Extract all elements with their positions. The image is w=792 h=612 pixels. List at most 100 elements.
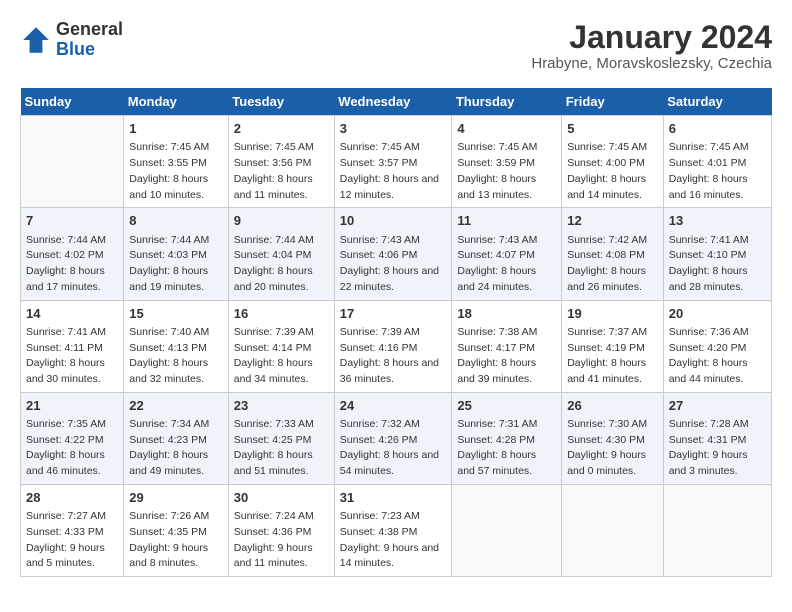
day-number: 12 — [567, 212, 658, 230]
week-row-4: 21Sunrise: 7:35 AMSunset: 4:22 PMDayligh… — [21, 392, 772, 484]
day-cell — [663, 484, 771, 576]
day-number: 27 — [669, 397, 766, 415]
day-number: 5 — [567, 120, 658, 138]
day-detail: Sunrise: 7:28 AMSunset: 4:31 PMDaylight:… — [669, 418, 749, 477]
days-header-row: SundayMondayTuesdayWednesdayThursdayFrid… — [21, 88, 772, 116]
day-number: 17 — [340, 305, 447, 323]
header-tuesday: Tuesday — [228, 88, 334, 116]
day-detail: Sunrise: 7:42 AMSunset: 4:08 PMDaylight:… — [567, 234, 647, 293]
day-cell: 4 Sunrise: 7:45 AMSunset: 3:59 PMDaylight… — [452, 116, 562, 208]
day-detail: Sunrise: 7:43 AMSunset: 4:06 PMDaylight:… — [340, 234, 439, 293]
day-cell — [21, 116, 124, 208]
day-detail: Sunrise: 7:35 AMSunset: 4:22 PMDaylight:… — [26, 418, 106, 477]
day-cell: 5 Sunrise: 7:45 AMSunset: 4:00 PMDaylight… — [562, 116, 664, 208]
week-row-5: 28 Sunrise: 7:27 AMSunset: 4:33 PMDayligh… — [21, 484, 772, 576]
header-wednesday: Wednesday — [334, 88, 452, 116]
day-number: 4 — [457, 120, 556, 138]
week-row-2: 7 Sunrise: 7:44 AMSunset: 4:02 PMDaylight… — [21, 208, 772, 300]
day-cell: 16 Sunrise: 7:39 AMSunset: 4:14 PMDayligh… — [228, 300, 334, 392]
day-detail: Sunrise: 7:38 AMSunset: 4:17 PMDaylight:… — [457, 326, 537, 385]
day-number: 9 — [234, 212, 329, 230]
day-detail: Sunrise: 7:40 AMSunset: 4:13 PMDaylight:… — [129, 326, 209, 385]
day-number: 2 — [234, 120, 329, 138]
day-detail: Sunrise: 7:39 AMSunset: 4:14 PMDaylight:… — [234, 326, 314, 385]
day-number: 19 — [567, 305, 658, 323]
day-detail: Sunrise: 7:36 AMSunset: 4:20 PMDaylight:… — [669, 326, 749, 385]
day-number: 6 — [669, 120, 766, 138]
logo-text-blue: Blue — [56, 40, 123, 60]
day-cell: 8 Sunrise: 7:44 AMSunset: 4:03 PMDaylight… — [124, 208, 229, 300]
day-cell: 9 Sunrise: 7:44 AMSunset: 4:04 PMDaylight… — [228, 208, 334, 300]
day-number: 14 — [26, 305, 118, 323]
logo: General Blue — [20, 20, 123, 60]
header-saturday: Saturday — [663, 88, 771, 116]
day-number: 18 — [457, 305, 556, 323]
day-cell: 17 Sunrise: 7:39 AMSunset: 4:16 PMDayligh… — [334, 300, 452, 392]
day-detail: Sunrise: 7:23 AMSunset: 4:38 PMDaylight:… — [340, 510, 439, 569]
day-cell: 19 Sunrise: 7:37 AMSunset: 4:19 PMDayligh… — [562, 300, 664, 392]
day-cell: 12 Sunrise: 7:42 AMSunset: 4:08 PMDayligh… — [562, 208, 664, 300]
day-cell: 10 Sunrise: 7:43 AMSunset: 4:06 PMDayligh… — [334, 208, 452, 300]
day-cell: 3Sunrise: 7:45 AMSunset: 3:57 PMDaylight… — [334, 116, 452, 208]
day-detail: Sunrise: 7:27 AMSunset: 4:33 PMDaylight:… — [26, 510, 106, 569]
day-cell: 24 Sunrise: 7:32 AMSunset: 4:26 PMDayligh… — [334, 392, 452, 484]
day-number: 22 — [129, 397, 223, 415]
day-detail: Sunrise: 7:44 AMSunset: 4:04 PMDaylight:… — [234, 234, 314, 293]
day-detail: Sunrise: 7:45 AMSunset: 3:55 PMDaylight:… — [129, 141, 209, 200]
day-detail: Sunrise: 7:32 AMSunset: 4:26 PMDaylight:… — [340, 418, 439, 477]
day-detail: Sunrise: 7:45 AMSunset: 3:56 PMDaylight:… — [234, 141, 314, 200]
day-number: 1 — [129, 120, 223, 138]
day-detail: Sunrise: 7:45 AMSunset: 3:59 PMDaylight:… — [457, 141, 537, 200]
day-cell: 1 Sunrise: 7:45 AMSunset: 3:55 PMDaylight… — [124, 116, 229, 208]
day-number: 30 — [234, 489, 329, 507]
header-thursday: Thursday — [452, 88, 562, 116]
day-cell: 31 Sunrise: 7:23 AMSunset: 4:38 PMDayligh… — [334, 484, 452, 576]
day-cell — [562, 484, 664, 576]
day-detail: Sunrise: 7:39 AMSunset: 4:16 PMDaylight:… — [340, 326, 439, 385]
day-detail: Sunrise: 7:26 AMSunset: 4:35 PMDaylight:… — [129, 510, 209, 569]
day-number: 7 — [26, 212, 118, 230]
logo-icon — [20, 24, 52, 56]
day-detail: Sunrise: 7:37 AMSunset: 4:19 PMDaylight:… — [567, 326, 647, 385]
day-number: 29 — [129, 489, 223, 507]
day-cell: 7 Sunrise: 7:44 AMSunset: 4:02 PMDaylight… — [21, 208, 124, 300]
header-friday: Friday — [562, 88, 664, 116]
day-cell: 28 Sunrise: 7:27 AMSunset: 4:33 PMDayligh… — [21, 484, 124, 576]
day-cell — [452, 484, 562, 576]
logo-text-general: General — [56, 20, 123, 40]
page-header: General Blue January 2024 Hrabyne, Morav… — [20, 20, 772, 72]
calendar-title: January 2024 — [531, 20, 772, 55]
day-detail: Sunrise: 7:44 AMSunset: 4:02 PMDaylight:… — [26, 234, 106, 293]
day-cell: 27 Sunrise: 7:28 AMSunset: 4:31 PMDayligh… — [663, 392, 771, 484]
day-detail: Sunrise: 7:43 AMSunset: 4:07 PMDaylight:… — [457, 234, 537, 293]
day-detail: Sunrise: 7:45 AMSunset: 4:01 PMDaylight:… — [669, 141, 749, 200]
day-detail: Sunrise: 7:34 AMSunset: 4:23 PMDaylight:… — [129, 418, 209, 477]
day-detail: Sunrise: 7:30 AMSunset: 4:30 PMDaylight:… — [567, 418, 647, 477]
day-number: 16 — [234, 305, 329, 323]
day-cell: 25 Sunrise: 7:31 AMSunset: 4:28 PMDayligh… — [452, 392, 562, 484]
day-number: 28 — [26, 489, 118, 507]
week-row-1: 1 Sunrise: 7:45 AMSunset: 3:55 PMDaylight… — [21, 116, 772, 208]
day-cell: 30Sunrise: 7:24 AMSunset: 4:36 PMDayligh… — [228, 484, 334, 576]
day-detail: Sunrise: 7:44 AMSunset: 4:03 PMDaylight:… — [129, 234, 209, 293]
header-monday: Monday — [124, 88, 229, 116]
location-subtitle: Hrabyne, Moravskoslezsky, Czechia — [531, 55, 772, 72]
day-cell: 23Sunrise: 7:33 AMSunset: 4:25 PMDayligh… — [228, 392, 334, 484]
day-cell: 14Sunrise: 7:41 AMSunset: 4:11 PMDayligh… — [21, 300, 124, 392]
week-row-3: 14Sunrise: 7:41 AMSunset: 4:11 PMDayligh… — [21, 300, 772, 392]
day-cell: 6 Sunrise: 7:45 AMSunset: 4:01 PMDaylight… — [663, 116, 771, 208]
day-number: 8 — [129, 212, 223, 230]
day-detail: Sunrise: 7:31 AMSunset: 4:28 PMDaylight:… — [457, 418, 537, 477]
day-number: 25 — [457, 397, 556, 415]
day-cell: 26 Sunrise: 7:30 AMSunset: 4:30 PMDayligh… — [562, 392, 664, 484]
day-number: 11 — [457, 212, 556, 230]
day-number: 10 — [340, 212, 447, 230]
day-number: 20 — [669, 305, 766, 323]
day-cell: 29 Sunrise: 7:26 AMSunset: 4:35 PMDayligh… — [124, 484, 229, 576]
day-detail: Sunrise: 7:45 AMSunset: 4:00 PMDaylight:… — [567, 141, 647, 200]
day-number: 31 — [340, 489, 447, 507]
day-detail: Sunrise: 7:45 AMSunset: 3:57 PMDaylight:… — [340, 141, 439, 200]
day-cell: 11 Sunrise: 7:43 AMSunset: 4:07 PMDayligh… — [452, 208, 562, 300]
day-number: 26 — [567, 397, 658, 415]
day-number: 24 — [340, 397, 447, 415]
